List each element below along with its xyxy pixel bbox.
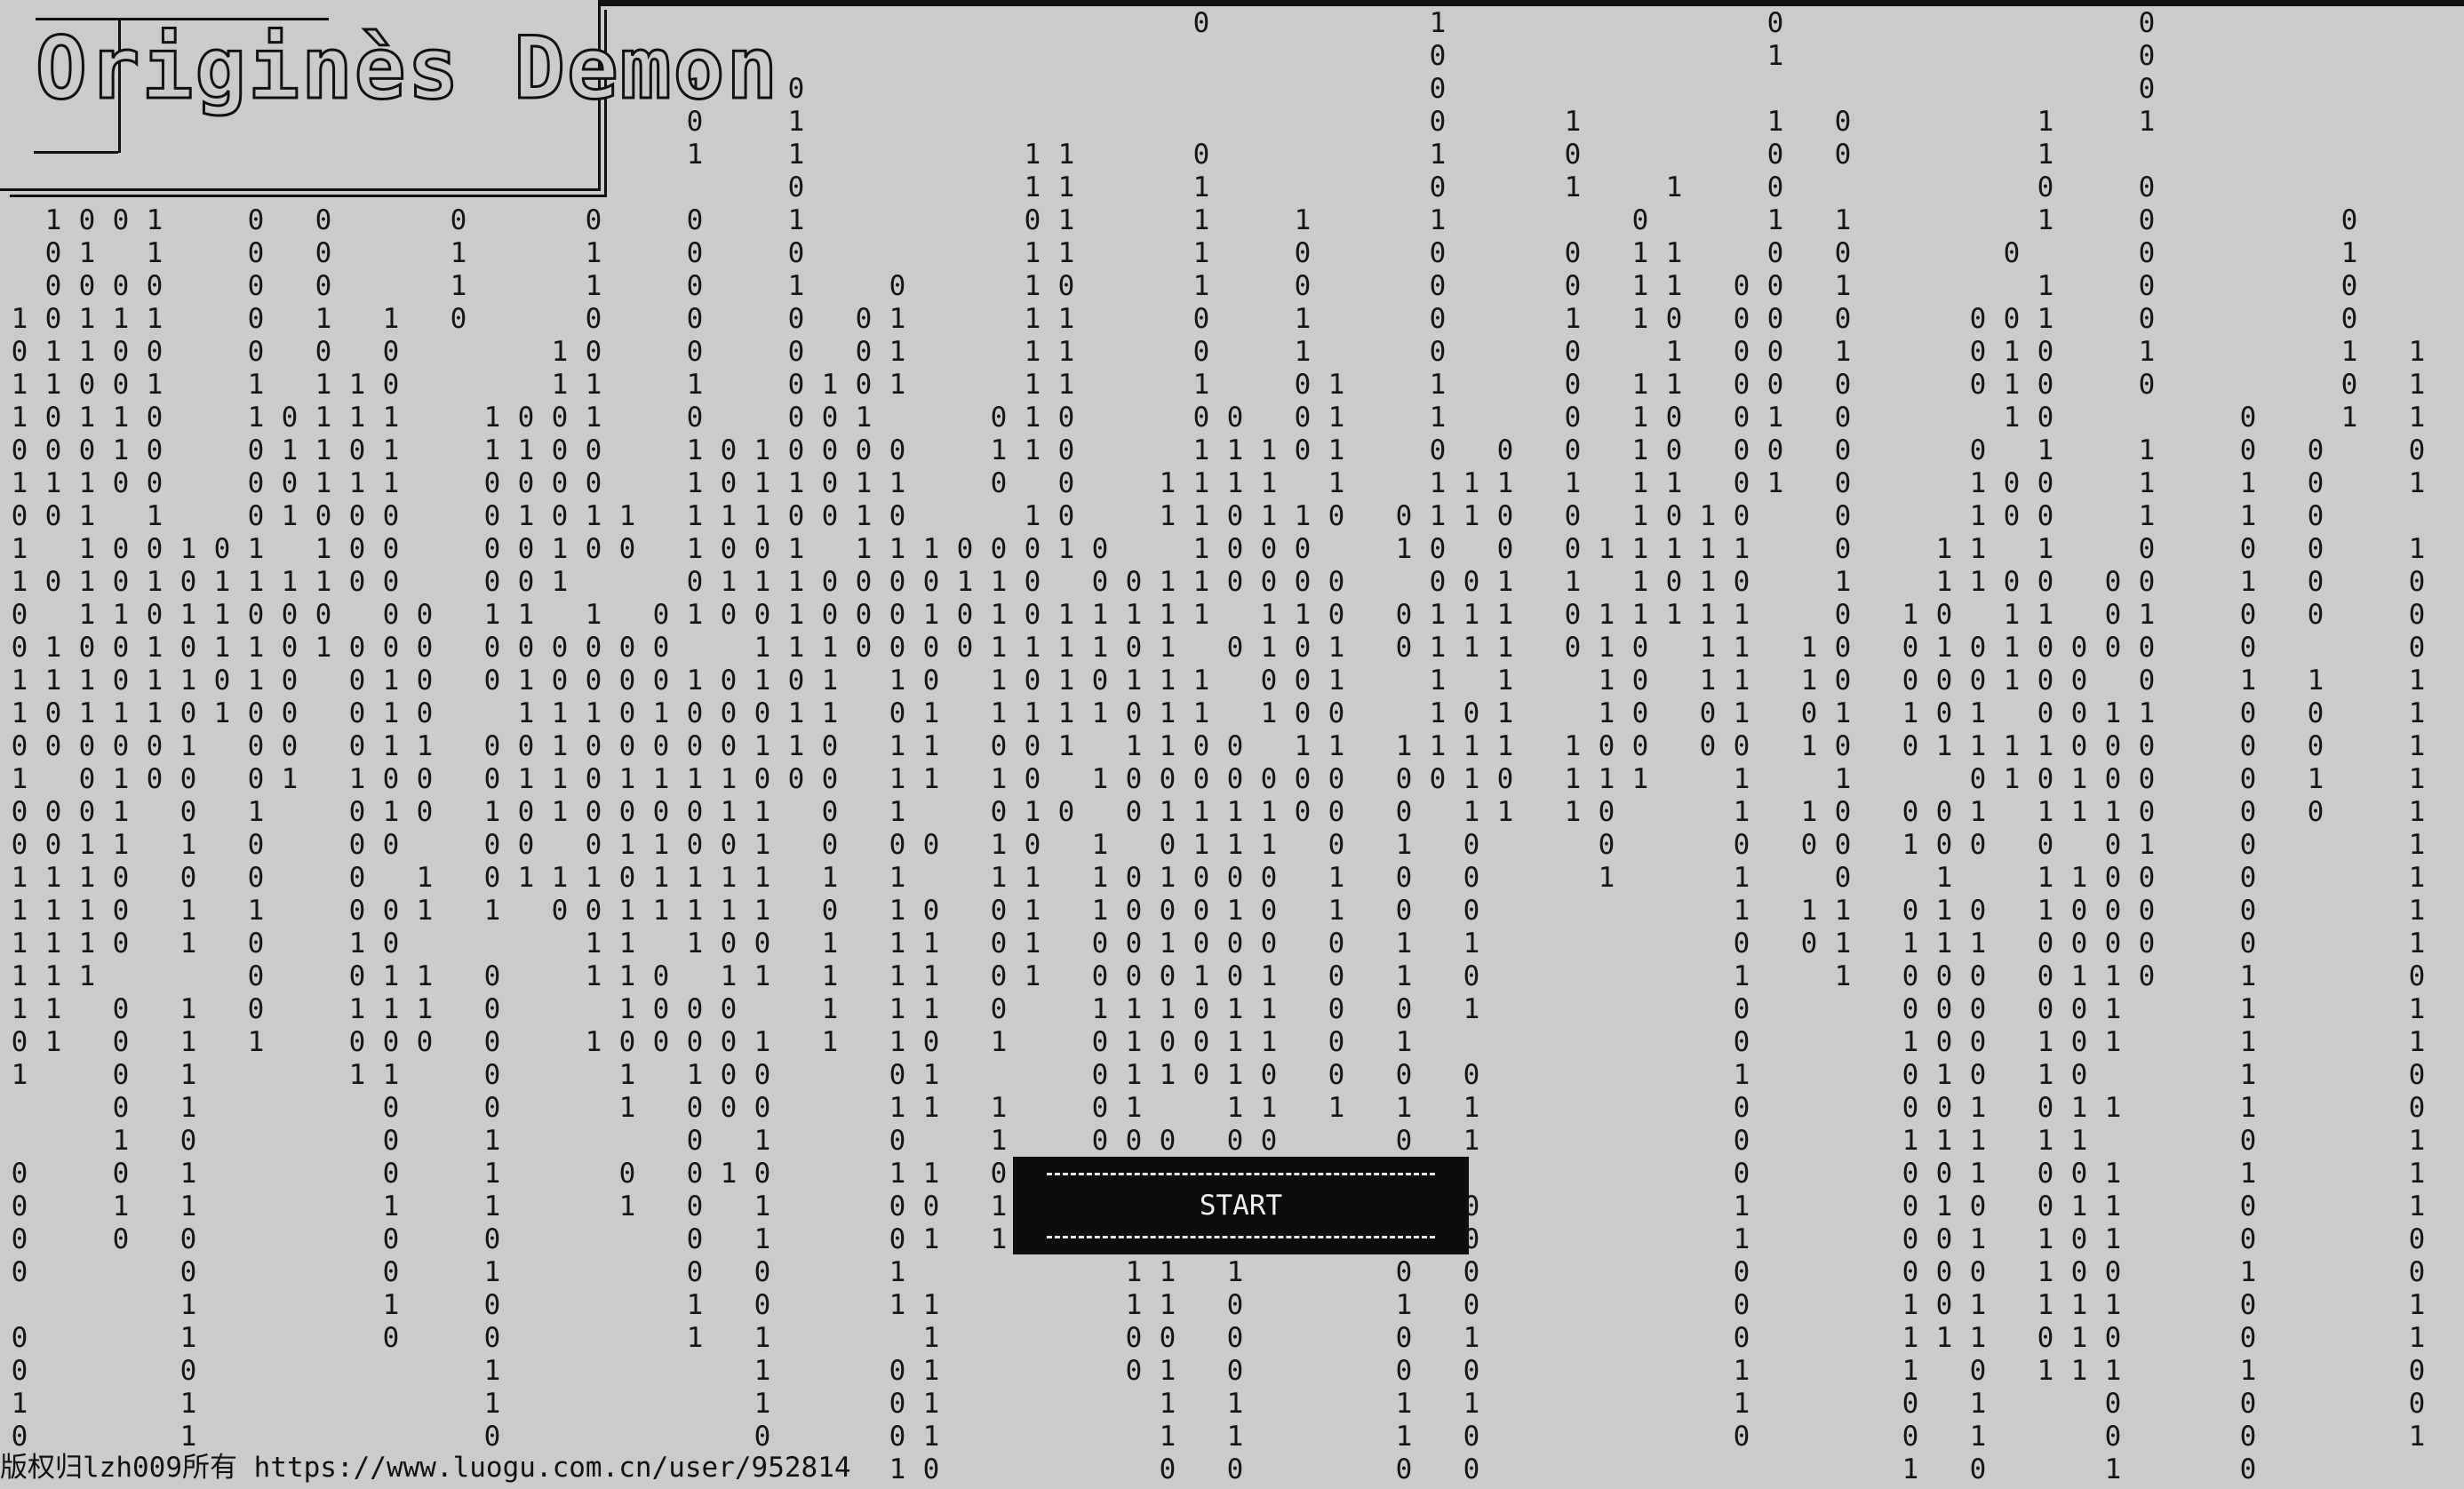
digit-rain-column: 1 1 1 1 1 1 0 0 [1699,500,1717,762]
digit-rain-column: 1 0 0 1 1 1 0 0 0 0 0 1 1 1 0 1 0 0 0 1 … [382,303,400,1354]
digit-rain-column: 1 0 0 0 0 0 1 0 1 0 1 1 1 1 0 1 1 0 1 [618,500,636,1222]
digit-rain-column: 0 1 0 1 1 0 0 0 0 0 1 [281,402,299,795]
digit-rain-column: 0 1 1 0 0 1 0 0 0 0 0 1 0 1 [1766,7,1784,499]
digit-rain-column: 1 0 0 1 0 0 1 0 1 0 0 1 0 0 1 0 0 0 0 1 … [1902,599,1919,1485]
digit-rain-column: 0 1 0 0 1 1 1 1 1 0 1 0 1 1 0 0 0 0 1 1 … [990,402,1008,1255]
start-button-bottom-dash [1047,1236,1435,1238]
digit-rain-column: 0 0 0 1 0 0 1 0 0 0 0 1 1 1 1 1 1 1 0 1 … [2104,566,2122,1485]
digit-rain-column: 0 0 0 0 1 0 0 1 0 0 1 1 0 0 0 1 0 0 1 0 … [112,7,130,1255]
digit-rain-column: 0 0 1 0 1 0 0 0 0 1 1 0 1 1 0 1 0 0 0 0 … [720,434,738,1190]
digit-rain-column: 1 1 1 0 1 1 0 0 0 1 1 1 1 1 1 1 1 1 0 1 … [2408,336,2426,1453]
digit-rain-column: 0 0 0 0 1 1 1 1 0 0 1 1 0 1 0 0 1 0 0 0 … [1969,303,1987,1485]
digit-rain-column: 0 1 0 0 1 1 1 1 1 1 0 1 [1496,434,1514,828]
start-button[interactable]: START [1013,1157,1469,1254]
digit-rain-column: 0 0 0 1 0 0 0 0 0 1 0 1 1 1 0 0 1 0 0 1 … [2138,7,2156,992]
digit-rain-column: 1 1 0 0 0 0 1 0 0 0 0 1 0 0 1 0 0 0 0 0 … [483,402,501,1485]
digit-rain-column: 0 1 0 0 [956,533,974,664]
digit-rain-column: 1 1 1 0 0 1 1 0 1 0 1 1 0 0 0 1 1 1 0 1 … [1260,434,1278,1255]
digit-rain-column: 0 1 1 1 1 1 1 1 1 1 1 1 0 0 0 0 1 [1631,204,1649,795]
digit-rain-column: 1 0 0 0 0 0 0 1 0 1 1 1 1 0 1 1 0 1 [315,40,332,664]
digit-rain-column: 0 0 0 1 0 1 0 1 1 1 0 0 0 [652,599,670,1058]
game-title-logo: Originès Demon [34,19,780,119]
digit-rain-column: 1 1 1 0 1 1 0 0 1 0 1 0 1 [1665,171,1683,631]
digit-rain-column: 1 1 1 1 1 1 1 1 0 1 0 1 0 1 0 1 0 1 0 1 … [1159,467,1176,1485]
digit-rain-column: 0 0 0 1 0 1 0 0 0 1 1 0 0 1 0 0 1 1 0 0 … [44,40,62,1058]
digit-rain-column: 1 1 1 1 0 1 1 1 0 0 0 0 1 1 1 1 1 1 0 [1057,139,1075,828]
digit-rain-column: 1 1 0 1 1 1 1 1 1 1 1 0 0 0 1 0 1 0 0 1 … [1024,139,1041,992]
digit-rain-column: 0 1 1 0 0 0 0 0 0 1 1 0 1 0 0 1 1 1 1 0 … [1226,402,1244,1485]
digit-rain-column: 0 0 0 0 0 0 0 0 1 0 1 1 1 1 0 1 1 0 1 1 … [1733,270,1750,1453]
digit-rain-column: 1 1 0 0 0 0 1 1 0 0 1 1 1 1 1 0 [551,336,569,927]
digit-rain-column: 0 0 1 1 0 1 0 0 1 0 0 0 0 0 0 0 0 1 1 1 … [2239,402,2257,1485]
digit-rain-column: 1 0 0 0 0 0 0 1 1 1 0 0 0 0 1 0 1 1 1 1 [821,369,839,1058]
digit-rain-column: 0 1 0 0 1 0 0 1 0 0 1 1 0 1 0 1 0 1 1 0 … [1395,500,1413,1485]
digit-rain-column: 1 1 0 1 1 0 1 1 1 0 0 0 1 0 1 0 1 1 0 0 … [1463,467,1480,1485]
copyright-footer: 版权归lzh009所有 https://www.luogu.com.cn/use… [0,1450,864,1485]
digit-rain-column: 1 0 1 0 1 0 1 0 0 1 0 1 1 1 1 1 1 0 1 1 … [179,533,197,1485]
digit-rain-column: 1 0 1 0 0 0 0 0 1 0 1 1 1 1 0 1 1 0 0 1 … [686,73,704,1354]
digit-rain-column: 1 1 0 1 1 1 0 0 0 1 0 0 1 0 1 0 0 0 1 0 … [2037,106,2054,1387]
digit-rain-column: 1 0 0 1 1 0 0 0 1 0 0 1 0 0 0 1 0 0 [1294,204,1312,828]
digit-rain-column: 0 1 0 1 0 0 1 0 1 1 0 1 0 0 1 [517,402,535,894]
digit-rain-column: 1 1 0 1 0 0 1 0 0 1 1 1 0 0 0 1 0 1 0 1 … [1935,533,1953,1354]
digit-rain-column: 0 0 0 0 1 0 0 1 1 1 1 0 [416,599,434,1058]
digit-rain-column: 1 1 1 1 1 0 1 0 0 1 [1598,533,1615,894]
start-button-top-dash [1047,1173,1435,1175]
digit-rain-background: 1 0 1 1 0 1 0 1 1 0 0 1 1 0 1 0 0 1 1 1 … [0,0,2464,1489]
digit-rain-column: 1 1 1 1 0 0 0 1 1 0 1 0 0 0 1 1 0 0 0 0 … [1328,369,1345,1222]
digit-rain-column: 0 0 0 0 0 0 1 0 0 1 0 [2307,434,2324,828]
digit-rain-column: 0 0 0 0 1 1 1 0 0 1 0 0 0 1 1 0 1 0 0 1 … [2070,632,2088,1387]
digit-rain-column: 1 0 1 0 0 1 1 1 0 0 1 1 1 0 1 1 1 0 1 1 … [922,533,940,1485]
digit-rain-column: 0 0 1 1 0 1 1 1 1 1 0 0 1 0 0 0 0 0 0 1 [1091,533,1109,1255]
logo-panel: Originès Demon [0,0,779,191]
digit-rain-column: 0 0 0 1 0 1 1 1 0 0 0 [855,303,873,664]
start-button-label: START [1199,1190,1283,1222]
digit-rain-column: 0 1 1 1 0 1 0 1 0 0 0 1 0 1 1 1 0 1 1 1 … [889,270,906,1485]
digit-rain-column: 0 1 1 0 1 0 1 0 0 0 0 0 1 0 1 1 1 1 0 1 … [787,73,805,795]
digit-rain-column: 1 1 0 1 1 0 0 1 1 0 0 1 0 1 0 0 1 0 0 0 … [585,139,602,1058]
digit-rain-column: 1 0 1 1 0 1 0 1 1 0 0 1 1 0 1 0 0 1 1 1 … [11,303,28,1485]
digit-rain-column: 0 0 1 0 1 0 1 0 0 0 0 0 0 1 0 0 0 1 0 1 … [1834,106,1852,992]
digit-rain-column: 1 1 1 0 1 0 1 1 0 1 0 1 1 1 1 0 1 1 0 0 … [754,434,771,1453]
digit-rain-column: 0 1 0 0 0 1 1 1 0 1 0 1 0 0 0 1 0 1 0 1 … [146,7,163,795]
digit-rain-column: 0 1 0 1 1 0 1 0 1 1 1 1 1 0 1 1 0 0 0 1 … [78,204,96,992]
digit-rain-column: 0 1 1 1 0 1 [213,533,231,729]
digit-rain-column: 0 1 0 1 0 1 0 0 0 0 0 0 1 1 1 1 0 0 1 0 … [1125,566,1143,1387]
digit-rain-column: 0 0 1 1 1 1 0 0 1 0 1 1 1 1 1 1 1 1 0 0 … [1192,7,1210,1091]
digit-rain-column: 0 0 0 0 0 0 1 1 0 0 0 1 1 0 1 1 0 0 0 1 … [247,171,265,1058]
digit-rain-column: 0 1 0 0 1 0 1 [2340,204,2358,434]
digit-rain-column: 1 0 0 0 1 0 1 0 0 0 0 1 1 0 1 1 0 0 1 1 … [1429,7,1447,795]
digit-rain-column: 1 1 0 1 1 0 1 0 [1800,632,1818,959]
digit-rain-column: 0 0 1 1 1 0 0 0 1 1 1 1 1 [2003,237,2021,795]
digit-rain-column: 1 1 0 1 0 0 0 0 0 0 0 1 0 0 0 0 1 0 1 0 … [348,369,366,1091]
digit-rain-column: 1 1 1 0 1 1 0 [450,106,467,335]
digit-rain-column: 1 0 1 0 0 1 0 0 0 0 1 0 0 1 0 0 1 1 1 [1564,106,1582,828]
logo-underline-left [34,151,118,154]
